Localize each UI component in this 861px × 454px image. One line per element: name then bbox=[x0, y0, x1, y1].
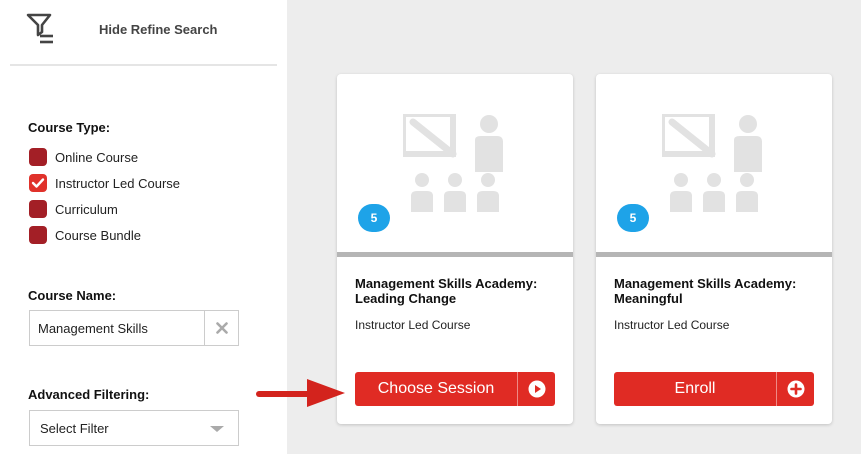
checkbox-label: Instructor Led Course bbox=[55, 175, 181, 191]
funnel-icon bbox=[26, 13, 53, 44]
course-thumbnail: 5 bbox=[337, 74, 573, 254]
clear-button[interactable] bbox=[204, 311, 238, 345]
count-badge: 5 bbox=[617, 204, 649, 232]
classroom-icon bbox=[662, 114, 762, 212]
chevron-down-icon bbox=[210, 426, 224, 432]
course-type-title: Course Type: bbox=[28, 120, 111, 135]
checkbox-course-bundle[interactable]: Course Bundle bbox=[29, 226, 141, 244]
course-card[interactable]: 5 Management Skills Academy: Meaningful … bbox=[596, 74, 832, 424]
refine-sidebar: Hide Refine Search Course Type: Online C… bbox=[0, 0, 287, 454]
classroom-icon bbox=[403, 114, 503, 212]
pointer-arrow-icon bbox=[256, 379, 345, 407]
course-title[interactable]: Management Skills Academy: Meaningful bbox=[614, 276, 824, 306]
checkbox-online-course[interactable]: Online Course bbox=[29, 148, 138, 166]
checkbox-label: Curriculum bbox=[55, 201, 118, 217]
course-name-input[interactable] bbox=[30, 311, 204, 345]
checkbox-box[interactable] bbox=[29, 200, 47, 218]
course-title[interactable]: Management Skills Academy: Leading Chang… bbox=[355, 276, 565, 306]
hide-refine-search-label: Hide Refine Search bbox=[99, 22, 218, 37]
card-divider bbox=[596, 252, 832, 257]
advanced-filter-select[interactable]: Select Filter bbox=[29, 410, 239, 446]
course-card[interactable]: 5 Management Skills Academy: Leading Cha… bbox=[337, 74, 573, 424]
plus-circle-icon bbox=[777, 372, 814, 406]
checkbox-curriculum[interactable]: Curriculum bbox=[29, 200, 118, 218]
count-badge: 5 bbox=[358, 204, 390, 232]
checkbox-label: Course Bundle bbox=[55, 227, 141, 243]
select-filter-value: Select Filter bbox=[40, 421, 109, 436]
close-icon bbox=[215, 322, 228, 334]
play-circle-icon bbox=[518, 372, 555, 406]
checkbox-instructor-led-course[interactable]: Instructor Led Course bbox=[29, 174, 180, 192]
checkbox-box[interactable] bbox=[29, 148, 47, 166]
checkbox-box[interactable] bbox=[29, 226, 47, 244]
course-name-title: Course Name: bbox=[28, 288, 117, 303]
course-type: Instructor Led Course bbox=[614, 318, 730, 332]
course-type: Instructor Led Course bbox=[355, 318, 471, 332]
checkmark-icon bbox=[31, 178, 45, 188]
enroll-button[interactable]: Enroll bbox=[614, 372, 814, 406]
button-label: Enroll bbox=[674, 380, 716, 397]
course-results: 5 Management Skills Academy: Leading Cha… bbox=[287, 0, 861, 454]
choose-session-button[interactable]: Choose Session bbox=[355, 372, 555, 406]
checkbox-label: Online Course bbox=[55, 149, 139, 165]
advanced-filtering-title: Advanced Filtering: bbox=[28, 387, 150, 402]
refine-search-toggle[interactable]: Hide Refine Search bbox=[10, 0, 277, 66]
card-divider bbox=[337, 252, 573, 257]
course-thumbnail: 5 bbox=[596, 74, 832, 254]
button-label: Choose Session bbox=[377, 380, 495, 397]
checkbox-box-checked[interactable] bbox=[29, 174, 47, 192]
course-name-field bbox=[29, 310, 239, 346]
